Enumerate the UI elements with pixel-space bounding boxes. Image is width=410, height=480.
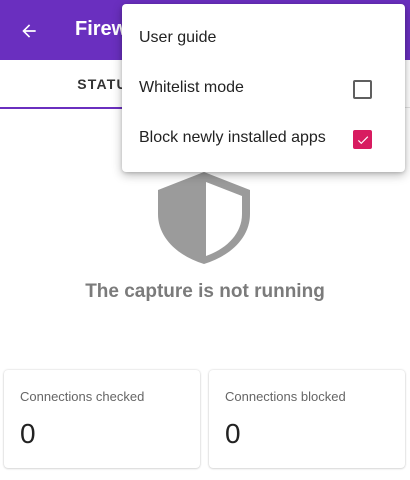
shield-icon — [158, 172, 250, 264]
menu-item-user-guide[interactable]: User guide — [122, 14, 405, 64]
connections-checked-card: Connections checked 0 — [4, 370, 200, 468]
menu-item-whitelist-mode[interactable]: Whitelist mode — [122, 64, 405, 114]
arrow-left-icon — [22, 24, 36, 38]
menu-item-block-new-apps[interactable]: Block newly installed apps — [122, 114, 405, 164]
whitelist-mode-checkbox[interactable] — [353, 80, 372, 99]
connections-blocked-label: Connections blocked — [225, 389, 346, 404]
firewall-screen: Firew STATU The capture is not running C… — [0, 0, 410, 480]
capture-status-text: The capture is not running — [85, 281, 325, 302]
menu-item-label: Whitelist mode — [139, 79, 244, 96]
connections-checked-label: Connections checked — [20, 389, 145, 404]
menu-item-label: User guide — [139, 29, 217, 46]
menu-item-label: Block newly installed apps — [139, 129, 326, 146]
connections-blocked-value: 0 — [225, 418, 241, 449]
toolbar-title: Firew — [75, 18, 128, 40]
tab-status-label: STATU — [77, 76, 128, 92]
block-new-apps-checkbox[interactable] — [353, 130, 372, 149]
back-button[interactable] — [14, 16, 44, 46]
check-icon — [357, 135, 368, 144]
overflow-menu: User guide Whitelist mode Block newly in… — [122, 4, 405, 172]
connections-checked-value: 0 — [20, 418, 36, 449]
connections-blocked-card: Connections blocked 0 — [209, 370, 405, 468]
